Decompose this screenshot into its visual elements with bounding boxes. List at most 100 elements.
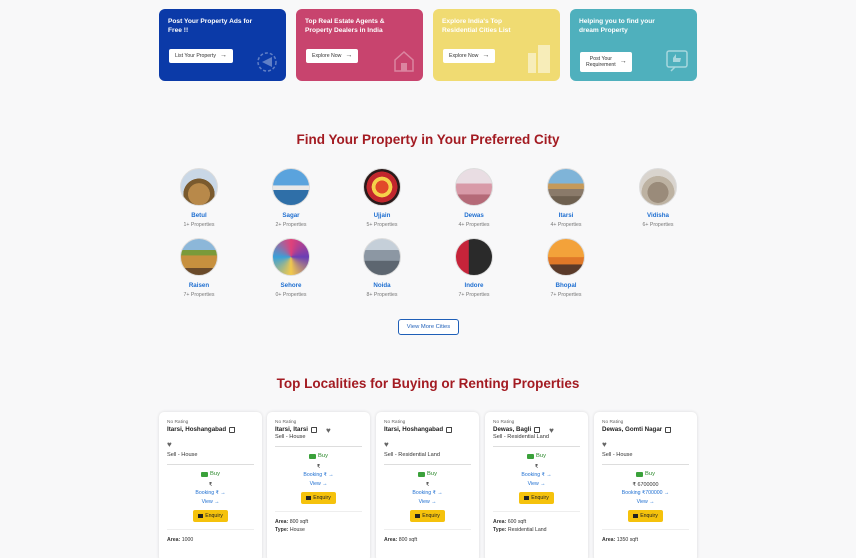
heart-icon[interactable]: ♥ xyxy=(602,441,607,449)
promo-card-post-ad[interactable]: Post Your Property Ads for Free !! List … xyxy=(159,9,286,81)
price: ₹ xyxy=(208,482,213,488)
divider xyxy=(493,446,580,447)
enquiry-button[interactable]: Enquiry xyxy=(628,510,663,522)
arrow-right-icon: → xyxy=(546,472,552,478)
enquiry-button[interactable]: Enquiry xyxy=(519,492,554,504)
city-property-count: 0+ Properties xyxy=(275,292,307,298)
explore-cities-button[interactable]: Explore Now → xyxy=(443,49,496,63)
arrow-right-icon: → xyxy=(214,499,220,505)
external-link-icon[interactable] xyxy=(534,427,541,433)
attribute-area: Area: 1350 sqft xyxy=(602,537,689,543)
attribute-type: Type: Residential Land xyxy=(493,527,580,533)
property-location[interactable]: Dewas, Bagli ♥ xyxy=(493,426,580,434)
city-item-indore[interactable]: Indore 7+ Properties xyxy=(444,238,504,298)
property-type: Sell - House xyxy=(275,434,306,440)
explore-agents-button[interactable]: Explore Now → xyxy=(306,49,359,63)
heart-icon[interactable]: ♥ xyxy=(167,441,172,449)
city-item-ujjain[interactable]: Ujjain 5+ Properties xyxy=(352,168,412,228)
view-link[interactable]: View → xyxy=(384,499,471,505)
city-property-count: 1+ Properties xyxy=(183,222,215,228)
property-card[interactable]: No Rating Itarsi, Hoshangabad ♥ Sell - H… xyxy=(159,412,262,558)
enquiry-button[interactable]: Enquiry xyxy=(193,510,228,522)
buy-text: Buy xyxy=(427,471,437,477)
external-link-icon[interactable] xyxy=(446,427,453,433)
divider xyxy=(602,464,689,465)
view-link[interactable]: View → xyxy=(602,499,689,505)
promo-card-agents[interactable]: Top Real Estate Agents & Property Dealer… xyxy=(296,9,423,81)
city-name: Raisen xyxy=(188,282,210,289)
divider xyxy=(384,464,471,465)
external-link-icon[interactable] xyxy=(229,427,236,433)
booking-link[interactable]: Booking ₹ → xyxy=(275,472,362,478)
list-property-button[interactable]: List Your Property → xyxy=(169,49,233,63)
attr-value: 1000 xyxy=(181,537,194,543)
external-link-icon[interactable] xyxy=(665,427,672,433)
button-label: List Your Property xyxy=(175,53,216,59)
arrow-right-icon: → xyxy=(649,499,655,505)
booking-link[interactable]: Booking ₹ → xyxy=(493,472,580,478)
city-property-count: 7+ Properties xyxy=(550,292,582,298)
property-attributes: Area: 800 sqft Type: House xyxy=(275,511,362,533)
attr-label: Type: xyxy=(493,527,507,533)
divider xyxy=(167,464,254,465)
booking-link[interactable]: Booking ₹ → xyxy=(167,490,254,496)
property-location[interactable]: Itarsi, Hoshangabad xyxy=(167,426,254,434)
property-location[interactable]: Itarsi, Hoshangabad xyxy=(384,426,471,434)
arrow-right-icon: → xyxy=(219,52,227,59)
booking-link[interactable]: Booking ₹700000 → xyxy=(602,490,689,496)
city-item-raisen[interactable]: Raisen 7+ Properties xyxy=(169,238,229,298)
view-more-cities-button[interactable]: View More Cities xyxy=(398,319,459,335)
city-item-betul[interactable]: Betul 1+ Properties xyxy=(169,168,229,228)
booking-text: Booking ₹ xyxy=(303,472,327,478)
cities-section-title: Find Your Property in Your Preferred Cit… xyxy=(296,132,560,147)
thumbs-up-chat-icon xyxy=(666,50,688,72)
city-item-dewas[interactable]: Dewas 4+ Properties xyxy=(444,168,504,228)
property-card[interactable]: No Rating Dewas, Bagli ♥ Sell - Residenti… xyxy=(485,412,588,558)
property-card[interactable]: No Rating Itarsi, Hoshangabad ♥ Sell - R… xyxy=(376,412,479,558)
city-image xyxy=(180,238,218,276)
city-item-sagar[interactable]: Sagar 2+ Properties xyxy=(261,168,321,228)
city-item-vidisha[interactable]: Vidisha 6+ Properties xyxy=(628,168,688,228)
city-image xyxy=(363,168,401,206)
property-attributes: Area: 800 sqft xyxy=(384,529,471,543)
enquiry-button[interactable]: Enquiry xyxy=(410,510,445,522)
heart-icon[interactable]: ♥ xyxy=(326,426,331,434)
property-card[interactable]: No Rating Itarsi, Itarsi ♥ Sell - House B… xyxy=(267,412,370,558)
promo-title: Top Real Estate Agents & Property Dealer… xyxy=(305,18,385,34)
heart-icon[interactable]: ♥ xyxy=(384,441,389,449)
city-name: Itarsi xyxy=(558,212,574,219)
city-image xyxy=(272,168,310,206)
city-item-bhopal[interactable]: Bhopal 7+ Properties xyxy=(536,238,596,298)
property-location[interactable]: Itarsi, Itarsi ♥ xyxy=(275,426,362,434)
view-link[interactable]: View → xyxy=(167,499,254,505)
enquiry-text: Enquiry xyxy=(640,513,658,519)
attr-label: Area: xyxy=(493,519,507,525)
booking-text: Booking ₹ xyxy=(521,472,545,478)
view-link[interactable]: View → xyxy=(275,481,362,487)
attr-value: 600 sqft xyxy=(507,519,527,525)
city-name: Ujjain xyxy=(373,212,391,219)
post-requirement-button[interactable]: Post Your Requirement → xyxy=(580,52,632,72)
property-type: Sell - House xyxy=(167,452,198,458)
city-property-count: 7+ Properties xyxy=(183,292,215,298)
promo-card-requirement[interactable]: Helping you to find your dream Property … xyxy=(570,9,697,81)
property-location[interactable]: Dewas, Gomti Nagar xyxy=(602,426,689,434)
attribute-area: Area: 800 sqft xyxy=(384,537,471,543)
city-item-itarsi[interactable]: Itarsi 4+ Properties xyxy=(536,168,596,228)
attr-label: Area: xyxy=(275,519,289,525)
attr-value: Residential Land xyxy=(507,527,547,533)
promo-card-cities[interactable]: Explore India's Top Residential Cities L… xyxy=(433,9,560,81)
enquiry-button[interactable]: Enquiry xyxy=(301,492,336,504)
view-link[interactable]: View → xyxy=(493,481,580,487)
city-name: Noida xyxy=(373,282,391,289)
external-link-icon[interactable] xyxy=(311,427,318,433)
heart-icon[interactable]: ♥ xyxy=(549,426,554,434)
property-card[interactable]: No Rating Dewas, Gomti Nagar ♥ Sell - Ho… xyxy=(594,412,697,558)
enquiry-text: Enquiry xyxy=(531,495,549,501)
house-icon xyxy=(394,50,414,72)
city-image xyxy=(363,238,401,276)
city-item-sehore[interactable]: Sehore 0+ Properties xyxy=(261,238,321,298)
city-item-noida[interactable]: Noida 8+ Properties xyxy=(352,238,412,298)
booking-link[interactable]: Booking ₹ → xyxy=(384,490,471,496)
property-attributes: Area: 1350 sqft xyxy=(602,529,689,543)
